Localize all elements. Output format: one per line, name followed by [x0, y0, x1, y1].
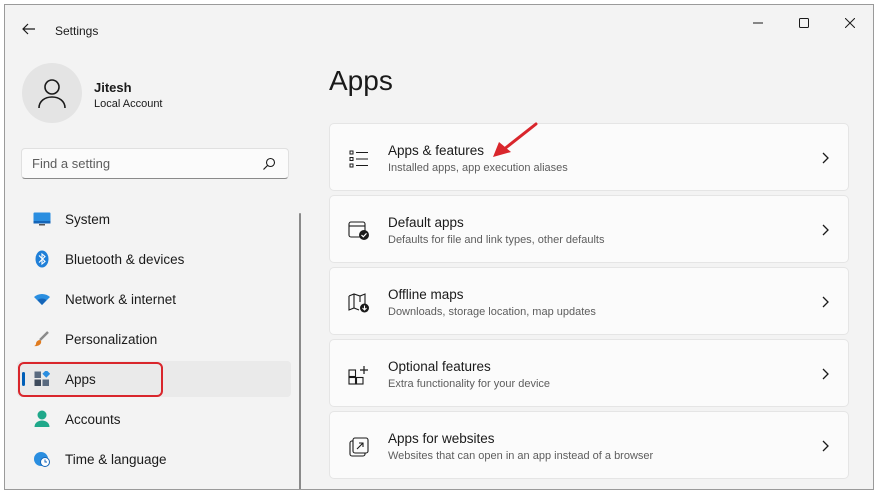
- sidebar-item-time-language[interactable]: Time & language: [17, 441, 291, 477]
- card-offline-maps[interactable]: Offline maps Downloads, storage location…: [329, 267, 849, 335]
- sidebar-item-label: Personalization: [65, 331, 158, 347]
- monitor-icon: [33, 210, 51, 228]
- sidebar-nav: System Bluetooth & devices Network & int…: [17, 201, 291, 481]
- sidebar-item-apps[interactable]: Apps: [17, 361, 291, 397]
- back-arrow-icon: [22, 23, 35, 35]
- card-description: Defaults for file and link types, other …: [388, 234, 605, 246]
- title-bar: Settings: [5, 5, 873, 53]
- person-icon: [33, 410, 51, 428]
- card-apps-features[interactable]: Apps & features Installed apps, app exec…: [329, 123, 849, 191]
- card-title: Apps & features: [388, 143, 485, 158]
- card-description: Installed apps, app execution aliases: [388, 162, 568, 174]
- globe-clock-icon: [33, 450, 51, 468]
- sidebar-item-label: Apps: [65, 371, 96, 387]
- chevron-right-icon: [822, 368, 829, 380]
- open-link-icon: [348, 436, 370, 458]
- chevron-right-icon: [822, 152, 829, 164]
- add-feature-icon: [348, 364, 370, 386]
- search-box[interactable]: [21, 148, 289, 179]
- card-text: Default apps Defaults for file and link …: [388, 214, 604, 248]
- back-button[interactable]: [19, 19, 39, 39]
- card-title: Apps for websites: [388, 431, 495, 446]
- card-text: Apps for websites Websites that can open…: [388, 430, 653, 464]
- card-default-apps[interactable]: Default apps Defaults for file and link …: [329, 195, 849, 263]
- sidebar-item-personalization[interactable]: Personalization: [17, 321, 291, 357]
- card-text: Offline maps Downloads, storage location…: [388, 286, 596, 320]
- user-name: Jitesh: [94, 80, 132, 95]
- account-type: Local Account: [94, 98, 163, 110]
- chevron-right-icon: [822, 224, 829, 236]
- chevron-right-icon: [822, 440, 829, 452]
- sidebar-item-label: Bluetooth & devices: [65, 251, 185, 267]
- maximize-icon: [799, 18, 809, 28]
- card-description: Websites that can open in an app instead…: [388, 450, 654, 462]
- card-optional-features[interactable]: Optional features Extra functionality fo…: [329, 339, 849, 407]
- card-description: Downloads, storage location, map updates: [388, 306, 596, 318]
- map-icon: [348, 292, 370, 314]
- sidebar-item-network[interactable]: Network & internet: [17, 281, 291, 317]
- settings-card-list: Apps & features Installed apps, app exec…: [329, 123, 849, 483]
- sidebar-item-label: System: [65, 211, 111, 227]
- search-icon[interactable]: [262, 157, 276, 171]
- card-apps-for-websites[interactable]: Apps for websites Websites that can open…: [329, 411, 849, 479]
- avatar[interactable]: [22, 63, 82, 123]
- card-title: Default apps: [388, 215, 464, 230]
- list-icon: [348, 148, 370, 170]
- maximize-button[interactable]: [781, 5, 827, 41]
- card-title: Optional features: [388, 359, 491, 374]
- close-icon: [845, 18, 855, 28]
- card-title: Offline maps: [388, 287, 464, 302]
- card-description: Extra functionality for your device: [388, 378, 551, 390]
- card-text: Apps & features Installed apps, app exec…: [388, 142, 568, 176]
- sidebar-item-label: Time & language: [65, 451, 167, 467]
- settings-window: Settings Jitesh Local Account Find a set…: [4, 4, 874, 490]
- close-button[interactable]: [827, 5, 873, 41]
- sidebar-item-accounts[interactable]: Accounts: [17, 401, 291, 437]
- apps-icon: [33, 370, 51, 388]
- brush-icon: [33, 330, 51, 348]
- default-apps-icon: [348, 220, 370, 242]
- sidebar-item-bluetooth[interactable]: Bluetooth & devices: [17, 241, 291, 277]
- window-controls: [735, 5, 873, 41]
- bluetooth-icon: [33, 250, 51, 268]
- page-title: Apps: [329, 65, 393, 96]
- wifi-icon: [33, 290, 51, 308]
- selection-indicator: [22, 372, 25, 386]
- minimize-button[interactable]: [735, 5, 781, 41]
- sidebar-item-label: Accounts: [65, 411, 121, 427]
- search-input[interactable]: [32, 156, 252, 171]
- chevron-right-icon: [822, 296, 829, 308]
- sidebar-scrollbar[interactable]: [299, 213, 301, 489]
- minimize-icon: [753, 22, 763, 24]
- sidebar-item-label: Network & internet: [65, 291, 177, 307]
- app-title: Settings: [55, 24, 99, 38]
- person-placeholder-icon: [38, 79, 66, 109]
- card-text: Optional features Extra functionality fo…: [388, 358, 550, 392]
- sidebar-item-system[interactable]: System: [17, 201, 291, 237]
